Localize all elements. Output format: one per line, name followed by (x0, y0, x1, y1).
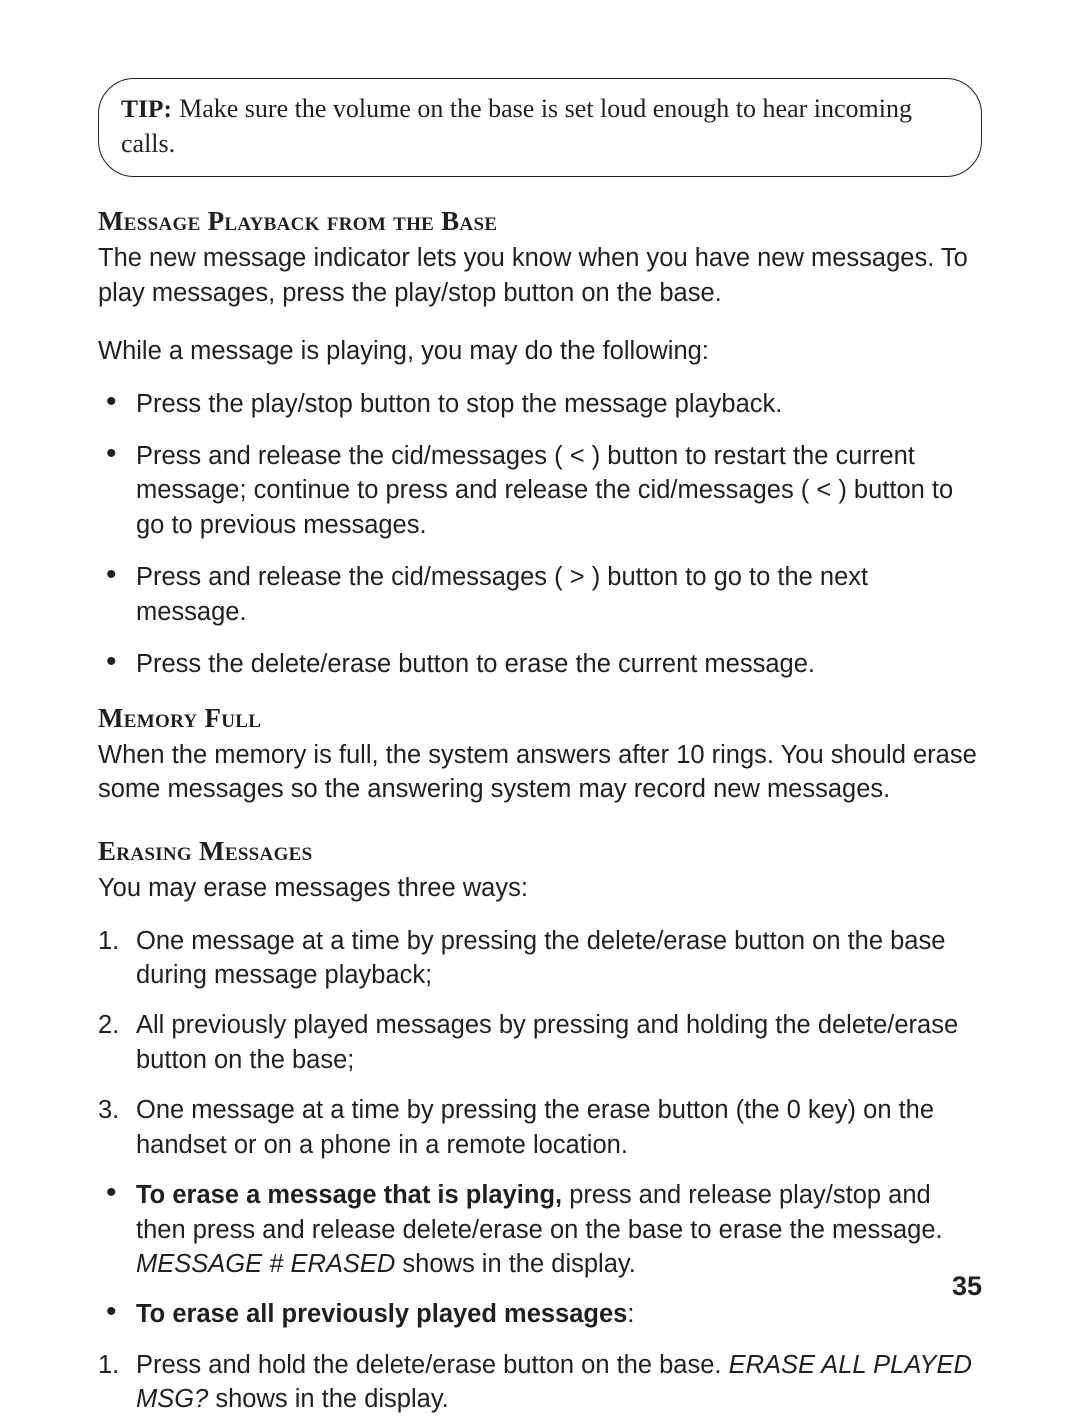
erase-playing-bullet: To erase a message that is playing, pres… (98, 1178, 982, 1281)
bullet-after-italic: shows in the display. (395, 1250, 635, 1278)
erasing-step: 1. One message at a time by pressing the … (98, 924, 982, 993)
tip-text: Make sure the volume on the base is set … (121, 94, 912, 158)
erasing-substeps: 1. Press and hold the delete/erase button… (98, 1348, 982, 1417)
playback-bullets: Press the play/stop button to stop the m… (98, 387, 982, 682)
playback-bullet: Press and release the cid/messages ( > )… (98, 560, 982, 629)
erasing-intro: You may erase messages three ways: (98, 871, 982, 905)
playback-bullet: Press the play/stop button to stop the m… (98, 387, 982, 421)
bullet-text: Press and release the cid/messages ( > )… (136, 563, 868, 625)
section-heading-erasing: Erasing Messages (98, 807, 982, 869)
bullet-text: Press and release the cid/messages ( < )… (136, 442, 953, 539)
step-number: 1. (98, 924, 119, 958)
manual-page: TIP: Make sure the volume on the base is… (98, 78, 982, 1417)
erasing-step: 3. One message at a time by pressing the … (98, 1093, 982, 1162)
bullet-text: Press the delete/erase button to erase t… (136, 650, 815, 678)
erase-all-bullet: To erase all previously played messages: (98, 1297, 982, 1331)
step-number: 1. (98, 1348, 119, 1382)
playback-intro: The new message indicator lets you know … (98, 241, 982, 310)
erasing-substep: 1. Press and hold the delete/erase button… (98, 1348, 982, 1417)
tip-callout: TIP: Make sure the volume on the base is… (98, 78, 982, 177)
step-text: One message at a time by pressing the de… (136, 927, 945, 989)
erasing-steps: 1. One message at a time by pressing the … (98, 924, 982, 1163)
playback-while-playing: While a message is playing, you may do t… (98, 334, 982, 368)
section-heading-playback: Message Playback from the Base (98, 197, 982, 239)
bullet-bold: To erase a message that is playing, (136, 1181, 562, 1209)
bullet-text: Press the play/stop button to stop the m… (136, 390, 782, 418)
substep-pre: Press and hold the delete/erase button o… (136, 1351, 729, 1379)
bullet-bold: To erase all previously played messages (136, 1300, 627, 1328)
erasing-step: 2. All previously played messages by pres… (98, 1008, 982, 1077)
step-number: 3. (98, 1093, 119, 1127)
substep-after-italic: shows in the display. (208, 1385, 448, 1413)
playback-bullet: Press and release the cid/messages ( < )… (98, 439, 982, 542)
playback-bullet: Press the delete/erase button to erase t… (98, 647, 982, 681)
tip-label: TIP: (121, 94, 172, 123)
erasing-bullets: To erase a message that is playing, pres… (98, 1178, 982, 1332)
step-text: One message at a time by pressing the er… (136, 1096, 934, 1158)
step-number: 2. (98, 1008, 119, 1042)
section-heading-memory-full: Memory Full (98, 682, 982, 736)
page-number: 35 (952, 1268, 982, 1304)
memory-full-body: When the memory is full, the system answ… (98, 738, 982, 807)
bullet-colon: : (627, 1300, 634, 1328)
bullet-italic: MESSAGE # ERASED (136, 1250, 395, 1278)
step-text: All previously played messages by pressi… (136, 1011, 958, 1073)
